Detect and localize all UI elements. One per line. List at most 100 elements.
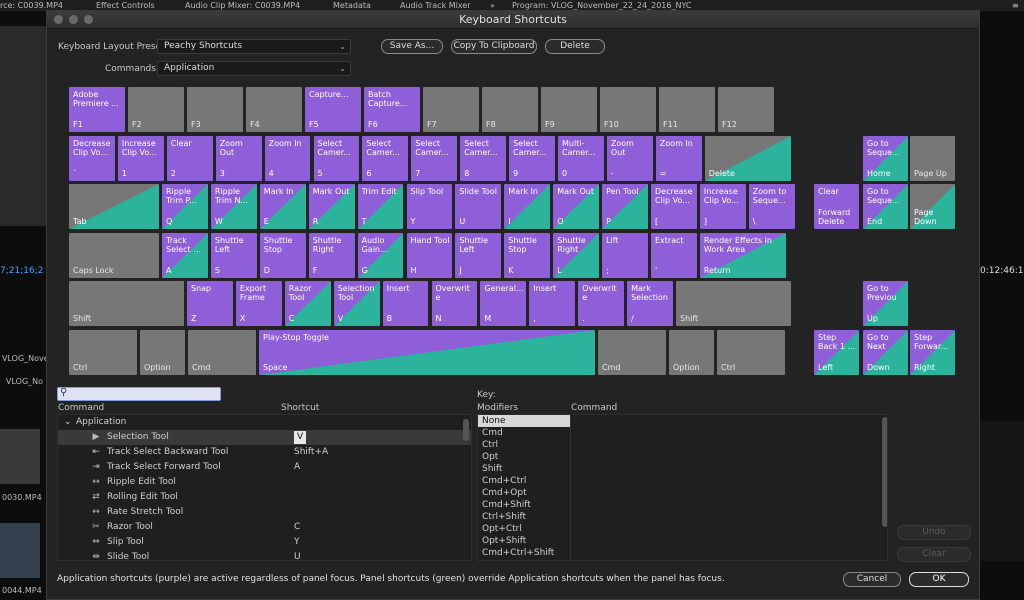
shortcut-value[interactable]: Y bbox=[294, 535, 300, 550]
key-t[interactable]: Trim Edit T bbox=[357, 184, 404, 229]
key-w[interactable]: Ripple Trim N... W bbox=[210, 184, 257, 229]
key-shift-right[interactable]: Shift bbox=[676, 281, 791, 326]
key-ctrl-right[interactable]: Ctrl bbox=[717, 330, 785, 375]
shortcut-value[interactable]: U bbox=[294, 550, 301, 565]
key-i[interactable]: Mark In I bbox=[504, 184, 551, 229]
key-q[interactable]: Ripple Trim P... Q bbox=[162, 184, 208, 229]
key-f10[interactable]: F10 bbox=[600, 87, 656, 132]
key-pagedown[interactable]: Page Down bbox=[910, 184, 955, 229]
scrollbar-thumb[interactable] bbox=[463, 419, 469, 441]
key-7[interactable]: Select Camer... 7 bbox=[411, 136, 458, 181]
key-ctrl-left[interactable]: Ctrl bbox=[69, 330, 137, 375]
modifier-row[interactable]: Cmd+Ctrl bbox=[478, 475, 887, 487]
copy-to-clipboard-button[interactable]: Copy To Clipboard bbox=[451, 39, 537, 54]
command-row[interactable]: ⇄ Rolling Edit Tool bbox=[58, 490, 471, 505]
key-l[interactable]: Shuttle Right L bbox=[553, 233, 600, 278]
save-as-button[interactable]: Save As... bbox=[381, 39, 443, 54]
key-f6[interactable]: Batch Capture... F6 bbox=[364, 87, 420, 132]
panel-tab[interactable]: ≡ bbox=[1012, 0, 1019, 11]
key-lbracket[interactable]: Decrease Clip Vo... [ bbox=[651, 184, 697, 229]
modifier-row[interactable]: Ctrl+Shift bbox=[478, 511, 887, 523]
key-f[interactable]: Shuttle Right F bbox=[308, 233, 355, 278]
commands-dropdown[interactable]: Application ⌄ bbox=[157, 61, 351, 76]
key-n[interactable]: Overwrit e N bbox=[431, 281, 478, 326]
group-row-application[interactable]: ⌄ Application bbox=[58, 415, 471, 430]
key-f9[interactable]: F9 bbox=[541, 87, 597, 132]
modifier-row[interactable]: Ctrl bbox=[478, 439, 887, 451]
key-f11[interactable]: F11 bbox=[659, 87, 715, 132]
key-h[interactable]: Hand Tool H bbox=[406, 233, 453, 278]
key-backtick[interactable]: Decrease Clip Vo... ` bbox=[69, 136, 115, 181]
key-m[interactable]: General... M bbox=[480, 281, 527, 326]
shortcut-value[interactable]: V bbox=[294, 431, 307, 444]
modifier-row[interactable]: Shift bbox=[478, 463, 887, 475]
key-right[interactable]: Step Forwar... Right bbox=[910, 330, 955, 375]
modifier-row[interactable]: Cmd+Opt bbox=[478, 487, 887, 499]
key-tab[interactable]: Tab bbox=[69, 184, 159, 229]
key-fwd-delete[interactable]: Clear Forward Delete bbox=[814, 184, 859, 229]
clip-thumbnail[interactable] bbox=[0, 523, 40, 578]
key-return[interactable]: Render Effects in Work Area Return bbox=[699, 233, 786, 278]
command-row[interactable]: ⇔ Slip Tool Y bbox=[58, 535, 471, 550]
key-f8[interactable]: F8 bbox=[482, 87, 538, 132]
key-d[interactable]: Shuttle Stop D bbox=[259, 233, 306, 278]
key-z[interactable]: Snap Z bbox=[187, 281, 233, 326]
modifier-row[interactable]: Cmd bbox=[478, 427, 887, 439]
key-backslash[interactable]: Zoom to Seque... \ bbox=[748, 184, 795, 229]
search-input[interactable]: ⚲ bbox=[57, 387, 221, 401]
key-k[interactable]: Shuttle Stop K bbox=[504, 233, 551, 278]
command-row[interactable]: ⇥ Track Select Forward Tool A bbox=[58, 460, 471, 475]
shortcut-value[interactable]: A bbox=[294, 460, 300, 475]
key-f5[interactable]: Capture... F5 bbox=[305, 87, 361, 132]
key-e[interactable]: Mark In E bbox=[259, 184, 306, 229]
key-space[interactable]: Play-Stop Toggle Space bbox=[259, 330, 595, 375]
cancel-button[interactable]: Cancel bbox=[843, 572, 901, 587]
key-b[interactable]: Insert B bbox=[382, 281, 429, 326]
key-quote[interactable]: Extract ' bbox=[651, 233, 697, 278]
key-2[interactable]: Clear 2 bbox=[166, 136, 213, 181]
key-1[interactable]: Increase Clip Vo... 1 bbox=[117, 136, 164, 181]
key-4[interactable]: Zoom In 4 bbox=[264, 136, 311, 181]
key-option-right[interactable]: Option bbox=[669, 330, 714, 375]
key-f2[interactable]: F2 bbox=[128, 87, 184, 132]
command-row[interactable]: ✂ Razor Tool C bbox=[58, 520, 471, 535]
key-v[interactable]: Selection Tool V bbox=[333, 281, 380, 326]
key-s[interactable]: Shuttle Left S bbox=[210, 233, 257, 278]
key-comma[interactable]: Insert, bbox=[529, 281, 576, 326]
clear-button[interactable]: Clear bbox=[897, 547, 971, 562]
command-row[interactable]: ⇤ Track Select Backward Tool Shift+A bbox=[58, 445, 471, 460]
command-column-header[interactable]: Command bbox=[58, 403, 104, 413]
key-rbracket[interactable]: Increase Clip Vo...] bbox=[699, 184, 746, 229]
key-minus[interactable]: Zoom Out - bbox=[606, 136, 653, 181]
key-f7[interactable]: F7 bbox=[423, 87, 479, 132]
key-j[interactable]: Shuttle Left J bbox=[455, 233, 502, 278]
key-f3[interactable]: F3 bbox=[187, 87, 243, 132]
key-cmd-left[interactable]: Cmd bbox=[188, 330, 256, 375]
key-slash[interactable]: Mark Selection / bbox=[627, 281, 673, 326]
command-row[interactable]: ⇹ Slide Tool U bbox=[58, 550, 471, 565]
modifier-row[interactable]: Opt bbox=[478, 451, 887, 463]
key-home[interactable]: Go to Seque... Home bbox=[863, 136, 908, 181]
key-a[interactable]: Track Select ... A bbox=[162, 233, 208, 278]
shortcut-value[interactable]: C bbox=[294, 520, 300, 535]
key-y[interactable]: Slip Tool Y bbox=[406, 184, 453, 229]
key-8[interactable]: Select Camer... 8 bbox=[460, 136, 507, 181]
key-capslock[interactable]: Caps Lock bbox=[69, 233, 159, 278]
key-pageup[interactable]: Page Up bbox=[910, 136, 955, 181]
key-delete[interactable]: Delete bbox=[704, 136, 791, 181]
key-u[interactable]: Slide Tool U bbox=[455, 184, 502, 229]
key-down[interactable]: Go to Next Down bbox=[863, 330, 908, 375]
key-left[interactable]: Step Back 1 ... Left bbox=[814, 330, 859, 375]
key-period[interactable]: Overwrit e. bbox=[578, 281, 625, 326]
shortcut-value[interactable]: Shift+A bbox=[294, 445, 328, 460]
delete-preset-button[interactable]: Delete bbox=[545, 39, 605, 54]
key-f4[interactable]: F4 bbox=[246, 87, 302, 132]
key-up[interactable]: Go to Previou Up bbox=[863, 281, 908, 326]
command-row[interactable]: ↔ Ripple Edit Tool bbox=[58, 475, 471, 490]
layout-preset-dropdown[interactable]: Peachy Shortcuts ⌄ bbox=[157, 39, 351, 54]
key-option-left[interactable]: Option bbox=[140, 330, 185, 375]
key-end[interactable]: Go to Seque... End bbox=[863, 184, 908, 229]
key-3[interactable]: Zoom Out 3 bbox=[215, 136, 262, 181]
key-c[interactable]: Razor Tool C bbox=[284, 281, 331, 326]
key-6[interactable]: Select Camer... 6 bbox=[362, 136, 409, 181]
